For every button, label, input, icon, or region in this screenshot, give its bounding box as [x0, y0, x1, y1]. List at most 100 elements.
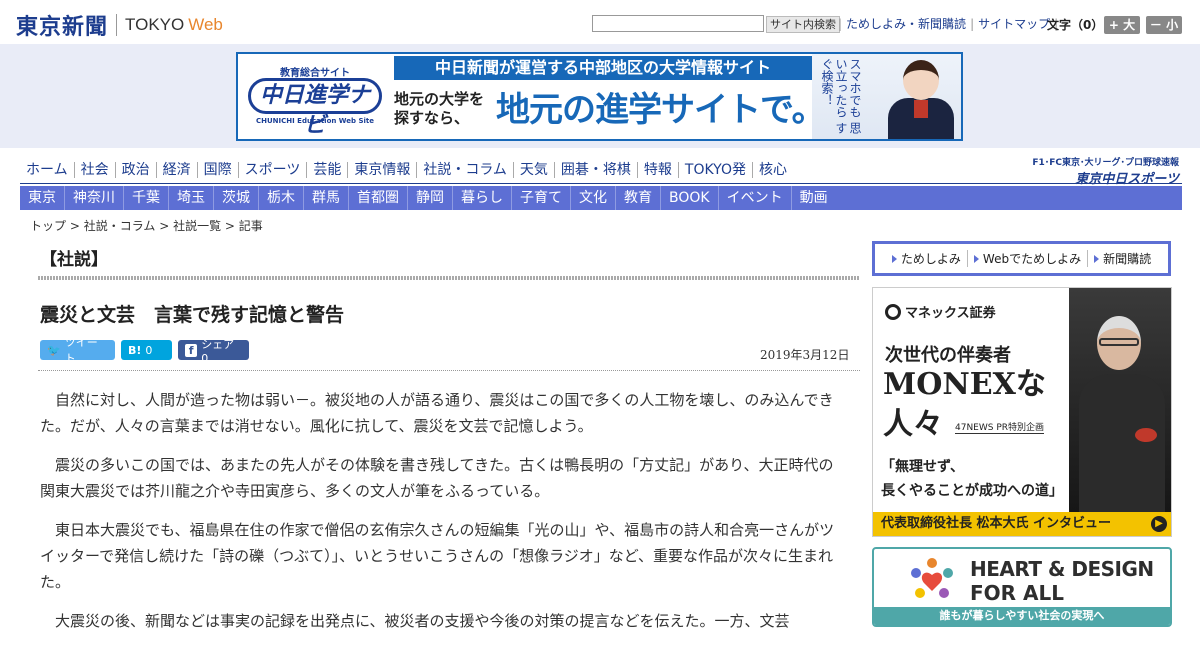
subnav-item-chiba[interactable]: 千葉 [123, 186, 168, 210]
breadcrumb-editorial-column[interactable]: 社説・コラム [84, 219, 156, 233]
logo-japanese: 東京新聞 [16, 14, 109, 40]
trial-subscribe-link[interactable]: ためしよみ・新聞購読 [846, 15, 966, 32]
monex-pr-label: 47NEWS PR特別企画 [955, 420, 1045, 434]
heart-design-tagline: 誰もが暮らしやすい社会の実現へ [874, 607, 1170, 625]
subnav-item-video[interactable]: 動画 [790, 186, 836, 210]
banner-left-line: 探すなら、 [394, 109, 470, 127]
web-trial-read-link[interactable]: Webでためしよみ [966, 250, 1087, 267]
subscribe-link[interactable]: 新聞購読 [1087, 250, 1157, 267]
subnav-item-education[interactable]: 教育 [615, 186, 660, 210]
article-paragraph: 震災の多いこの国では、あまたの先人がその体験を書き残してきた。古くは鴨長明の「方… [40, 456, 834, 500]
subnav-item-living[interactable]: 暮らし [452, 186, 511, 210]
triangle-right-icon [891, 254, 897, 263]
breadcrumb-separator: > [224, 219, 239, 233]
link-separator: | [838, 16, 843, 31]
section-divider [38, 276, 860, 280]
banner-logo-en: CHUNICHI Education Web Site [256, 117, 375, 125]
banner-logo-main: 中日進学ナビ [248, 78, 382, 138]
site-search-button[interactable]: サイト内検索 [766, 16, 840, 33]
breadcrumb-editorial-list[interactable]: 社説一覧 [173, 219, 221, 233]
font-size-up-button[interactable]: + 大 [1104, 16, 1140, 34]
nav-item-sports[interactable]: スポーツ [237, 162, 307, 178]
nav-item-society[interactable]: 社会 [73, 162, 115, 178]
banner-logo: 教育総合サイト 中日進学ナビ CHUNICHI Education Web Si… [242, 62, 387, 138]
monex-interview-label: 代表取締役社長 松本大氏 インタビュー [881, 516, 1112, 531]
banner-vertical-text: スマホでも 思い立ったら すぐ検索！ [820, 58, 862, 134]
subnav-item-ibaraki[interactable]: 茨城 [213, 186, 258, 210]
nav-item-tokyo-hatsu[interactable]: TOKYO発 [677, 162, 752, 178]
banner-left-text: 地元の大学を 探すなら、 [394, 90, 484, 128]
subnav-item-shizuoka[interactable]: 静岡 [407, 186, 452, 210]
subnav-item-saitama[interactable]: 埼玉 [168, 186, 213, 210]
web-trial-read-label: Webでためしよみ [982, 252, 1082, 266]
trial-read-link[interactable]: ためしよみ [886, 250, 967, 267]
monex-person-glasses [1099, 338, 1139, 346]
subnav-item-parenting[interactable]: 子育て [511, 186, 570, 210]
nav-item-editorial-column[interactable]: 社説・コラム [416, 162, 513, 178]
breadcrumb: トップ > 社説・コラム > 社説一覧 > 記事 [30, 217, 263, 234]
subnav-item-event[interactable]: イベント [717, 186, 791, 210]
ad-banner-shingaku-navi[interactable]: 教育総合サイト 中日進学ナビ CHUNICHI Education Web Si… [236, 52, 963, 141]
monex-headline-2: MONEXな [883, 367, 1046, 402]
subnav-item-culture[interactable]: 文化 [570, 186, 615, 210]
font-size-label: 文字（0） [1047, 18, 1104, 32]
banner-person-tie [914, 100, 928, 118]
monex-logo-text: マネックス証券 [905, 306, 996, 321]
logo-english: TOKYO [125, 15, 185, 34]
regional-subnav: 東京 神奈川 千葉 埼玉 茨城 栃木 群馬 首都圏 静岡 暮らし 子育て 文化 … [20, 186, 1182, 210]
monex-person-flower [1135, 428, 1157, 442]
subnav-item-tochigi[interactable]: 栃木 [258, 186, 303, 210]
tweet-button[interactable]: 🐦 ツイート [40, 336, 115, 365]
nav-item-weather[interactable]: 天気 [512, 162, 554, 178]
article-divider [38, 370, 860, 371]
nav-item-politics[interactable]: 政治 [114, 162, 156, 178]
breadcrumb-separator: > [69, 219, 84, 233]
link-separator: | [970, 16, 975, 31]
hatena-bookmark-button[interactable]: B! 0 [121, 340, 172, 360]
subscribe-label: 新聞購読 [1103, 252, 1152, 266]
facebook-share-button[interactable]: f シェア 0 [178, 338, 249, 365]
sitemap-link[interactable]: サイトマップ [978, 15, 1050, 32]
article-date: 2019年3月12日 [760, 348, 850, 362]
hatena-count: 0 [145, 343, 153, 357]
facebook-icon: f [185, 343, 198, 357]
ad-monex[interactable]: マネックス証券 次世代の伴奏者 MONEXな 人々 47NEWS PR特別企画 … [872, 287, 1172, 537]
site-logo[interactable]: 東京新聞 TOKYO Web [16, 9, 223, 41]
trial-read-label: ためしよみ [900, 252, 961, 266]
subnav-item-book[interactable]: BOOK [660, 186, 718, 210]
nav-item-international[interactable]: 国際 [196, 162, 238, 178]
ad-heart-design[interactable]: HEART & DESIGN FOR ALL 誰もが暮らしやすい社会の実現へ [872, 547, 1172, 627]
hatena-icon: B! [128, 343, 142, 357]
nav-item-entertainment[interactable]: 芸能 [306, 162, 347, 178]
tweet-label: ツイート [64, 336, 98, 365]
breadcrumb-top[interactable]: トップ [30, 219, 66, 233]
nav-item-economy[interactable]: 経済 [155, 162, 197, 178]
article-body: 自然に対し、人間が造った物は弱い－。被災地の人が語る通り、震災はこの国で多くの人… [40, 387, 846, 647]
heart-design-title-1: HEART & DESIGN [970, 557, 1154, 581]
font-size-down-button[interactable]: － 小 [1146, 16, 1182, 34]
subnav-item-shutoken[interactable]: 首都圏 [348, 186, 407, 210]
nav-item-home[interactable]: ホーム [20, 162, 74, 178]
breadcrumb-current: 記事 [238, 219, 263, 233]
section-title: 【社説】 [40, 250, 108, 270]
nav-item-go-shogi[interactable]: 囲碁・将棋 [553, 162, 637, 178]
facebook-share-label: シェア 0 [201, 337, 235, 365]
site-search-input[interactable] [592, 15, 764, 32]
logo-web: Web [188, 15, 223, 34]
nav-divider [20, 183, 1182, 184]
article-paragraph: 大震災の後、新聞などは事実の記録を出発点に、被災者の支援や今後の対策の提言などを… [55, 612, 790, 630]
nav-item-tokuho[interactable]: 特報 [636, 162, 678, 178]
monex-quote-line: 「無理せず、 [881, 459, 965, 475]
triangle-right-icon [973, 254, 979, 263]
nav-item-tokyo-info[interactable]: 東京情報 [347, 162, 416, 178]
subnav-item-kanagawa[interactable]: 神奈川 [64, 186, 123, 210]
monex-headline-3: 人々 [883, 407, 943, 442]
monex-quote-line: 長くやることが成功への道」 [881, 483, 1063, 499]
nav-item-kakushin[interactable]: 核心 [751, 162, 793, 178]
article-paragraph: 自然に対し、人間が造った物は弱い－。被災地の人が語る通り、震災はこの国で多くの人… [40, 391, 834, 435]
sports-link-title: 東京中日スポーツ [1075, 172, 1179, 187]
subnav-item-tokyo[interactable]: 東京 [20, 186, 64, 210]
logo-divider [116, 14, 118, 36]
subnav-item-gunma[interactable]: 群馬 [303, 186, 348, 210]
banner-left-line: 地元の大学を [394, 90, 485, 108]
